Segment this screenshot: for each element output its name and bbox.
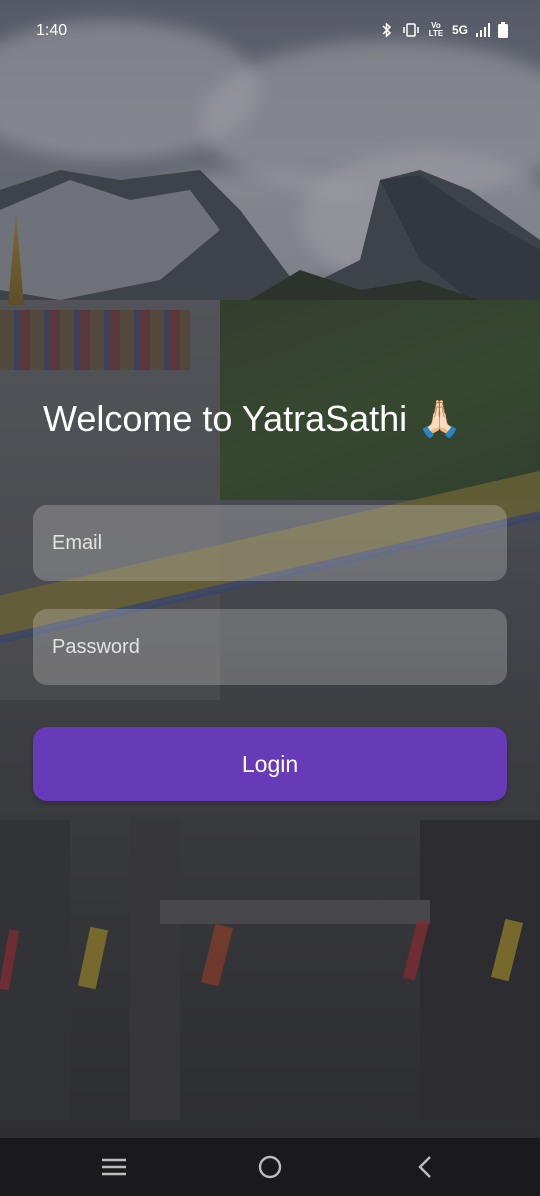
volte-icon: Vo LTE	[428, 21, 444, 38]
bluetooth-icon	[380, 22, 394, 38]
status-icons: Vo LTE 5G	[380, 22, 508, 38]
login-button[interactable]: Login	[33, 727, 507, 801]
status-time: 1:40	[36, 22, 68, 39]
home-icon[interactable]	[255, 1152, 285, 1182]
back-icon[interactable]	[410, 1152, 440, 1182]
navigation-bar	[0, 1138, 540, 1196]
recents-icon[interactable]	[99, 1152, 129, 1182]
vibrate-icon	[402, 22, 420, 38]
background-image	[0, 0, 540, 1196]
password-field[interactable]	[33, 609, 507, 685]
email-field[interactable]	[33, 505, 507, 581]
5g-icon: 5G	[451, 23, 468, 37]
login-screen: 1:40 Vo LTE 5G Welcome to YatraSathi 🙏🏻 …	[0, 0, 540, 1196]
battery-icon	[498, 22, 508, 38]
status-bar: 1:40 Vo LTE 5G	[0, 0, 540, 64]
password-input[interactable]	[50, 634, 507, 660]
welcome-title: Welcome to YatraSathi 🙏🏻	[43, 398, 463, 439]
email-input[interactable]	[50, 530, 507, 556]
signal-icon	[476, 23, 490, 37]
